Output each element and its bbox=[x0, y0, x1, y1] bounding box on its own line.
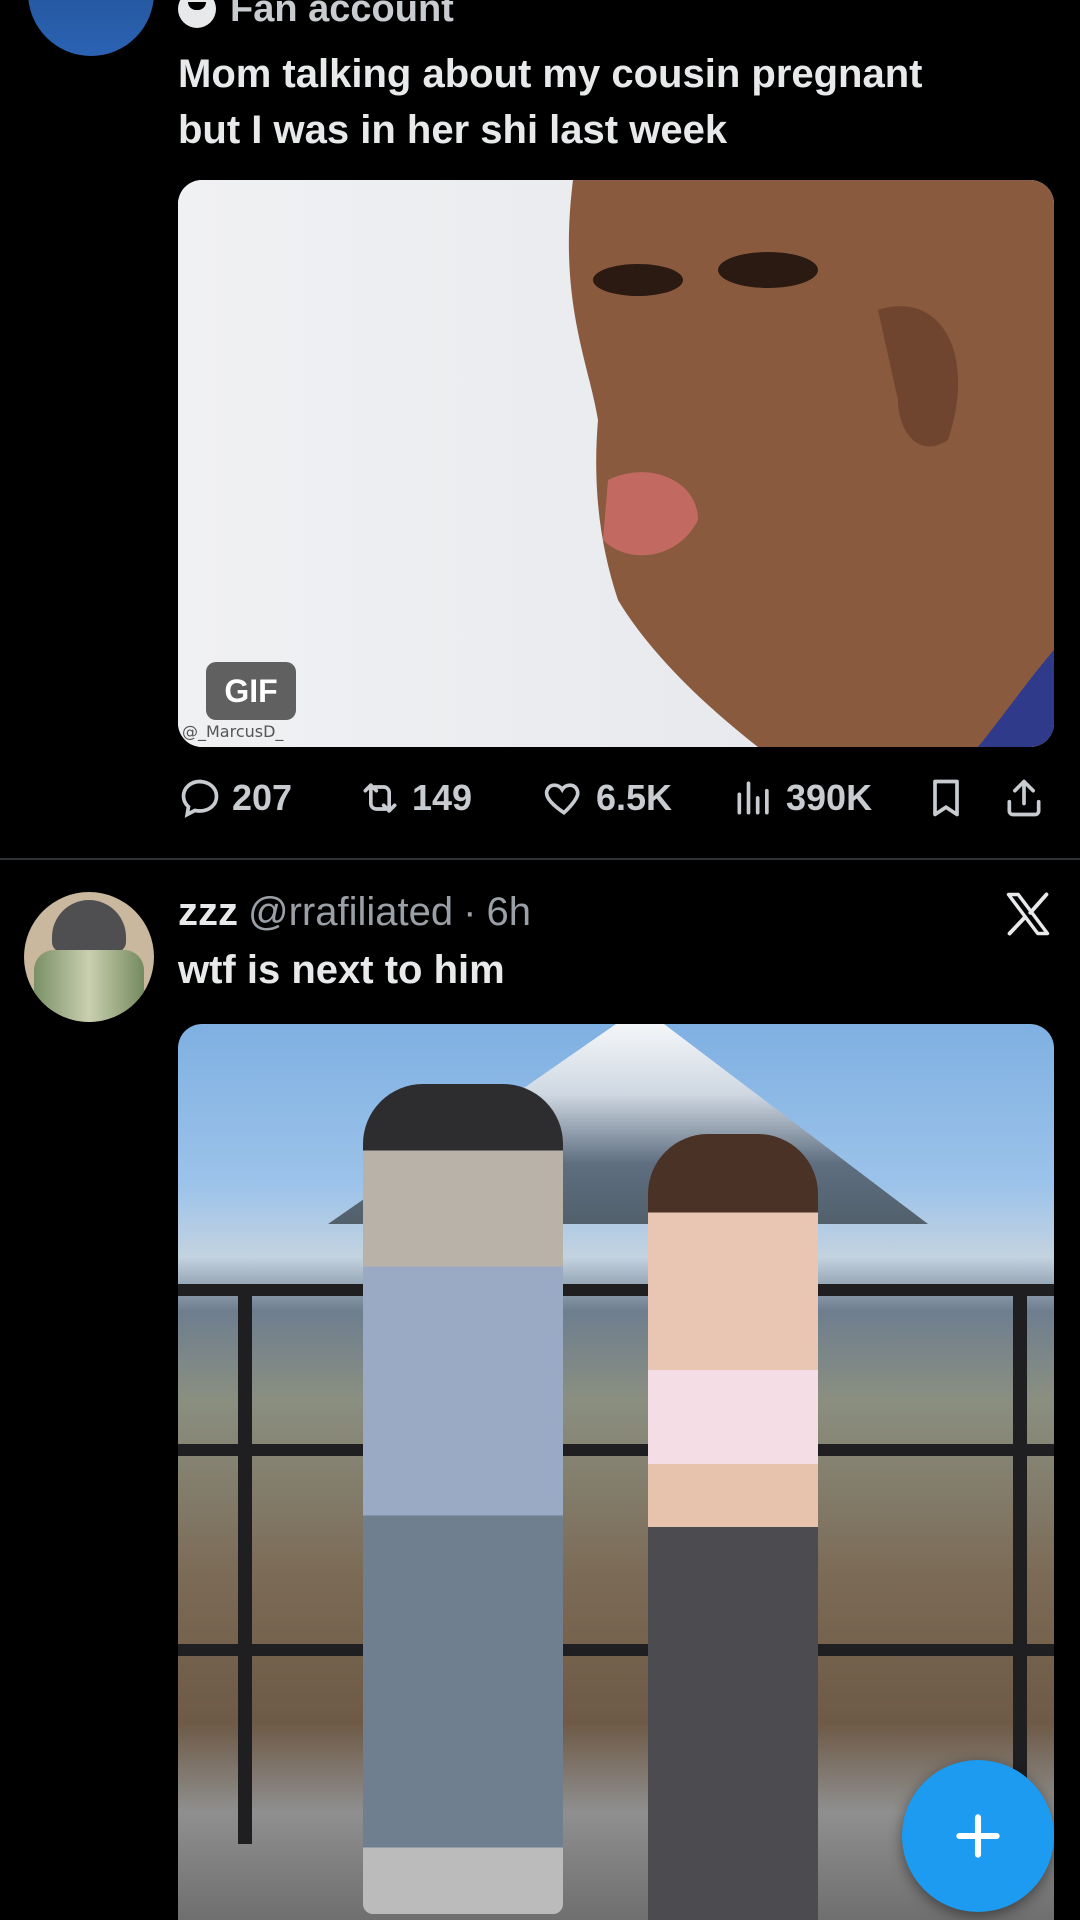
bookmark-button[interactable] bbox=[924, 770, 968, 826]
repost-button[interactable]: 149 bbox=[358, 770, 472, 826]
x-logo-icon[interactable] bbox=[1000, 888, 1056, 940]
timeline: Fan account Mom talking about my cousin … bbox=[0, 0, 1080, 1920]
share-button[interactable] bbox=[1002, 770, 1046, 826]
views-count: 390K bbox=[786, 777, 873, 818]
reply-icon bbox=[181, 779, 219, 818]
like-button[interactable]: 6.5K bbox=[542, 770, 672, 826]
reply-count: 207 bbox=[232, 777, 293, 818]
author-handle[interactable]: @rrafiliated bbox=[248, 890, 453, 935]
gif-image bbox=[178, 180, 1054, 747]
views-icon bbox=[737, 781, 769, 815]
person-figure bbox=[648, 1134, 818, 1920]
bookmark-icon bbox=[933, 779, 959, 817]
avatar[interactable] bbox=[28, 0, 154, 56]
media-watermark: @_MarcusD_ bbox=[182, 722, 284, 741]
repost-icon bbox=[363, 783, 397, 813]
fan-account-row: Fan account bbox=[178, 0, 454, 32]
person-figure bbox=[363, 1084, 563, 1914]
repost-count: 149 bbox=[412, 777, 473, 818]
like-count: 6.5K bbox=[596, 777, 673, 818]
gif-badge: GIF bbox=[206, 662, 296, 720]
heart-icon bbox=[544, 783, 580, 815]
tweet-time[interactable]: 6h bbox=[486, 890, 531, 935]
tweet-actions: 207 149 6.5K 390K bbox=[178, 770, 1054, 826]
tweet-divider bbox=[0, 858, 1080, 860]
fence-post bbox=[1013, 1284, 1027, 1804]
share-icon bbox=[1007, 779, 1041, 817]
reply-button[interactable]: 207 bbox=[178, 770, 292, 826]
fence-post bbox=[238, 1284, 252, 1844]
author-name[interactable]: zzz bbox=[178, 890, 238, 935]
tweet-header: zzz @rrafiliated · 6h bbox=[178, 884, 531, 940]
fence-rail bbox=[178, 1644, 1054, 1656]
views-button[interactable]: 390K bbox=[732, 770, 872, 826]
fence-rail bbox=[178, 1284, 1054, 1296]
gif-media[interactable]: GIF @_MarcusD_ bbox=[178, 180, 1054, 747]
mask-icon bbox=[178, 0, 216, 28]
tweet-text-line: but I was in her shi last week bbox=[178, 108, 728, 152]
meta-separator: · bbox=[463, 889, 477, 934]
face-illustration bbox=[568, 180, 1054, 747]
author-label[interactable]: Fan account bbox=[230, 0, 454, 31]
plus-icon bbox=[956, 1814, 1000, 1858]
fence-rail bbox=[178, 1444, 1054, 1456]
tweet-text-line: Mom talking about my cousin pregnant bbox=[178, 52, 923, 96]
tweet-text: wtf is next to him bbox=[178, 948, 505, 992]
compose-button[interactable] bbox=[902, 1760, 1054, 1912]
avatar[interactable] bbox=[24, 892, 154, 1022]
